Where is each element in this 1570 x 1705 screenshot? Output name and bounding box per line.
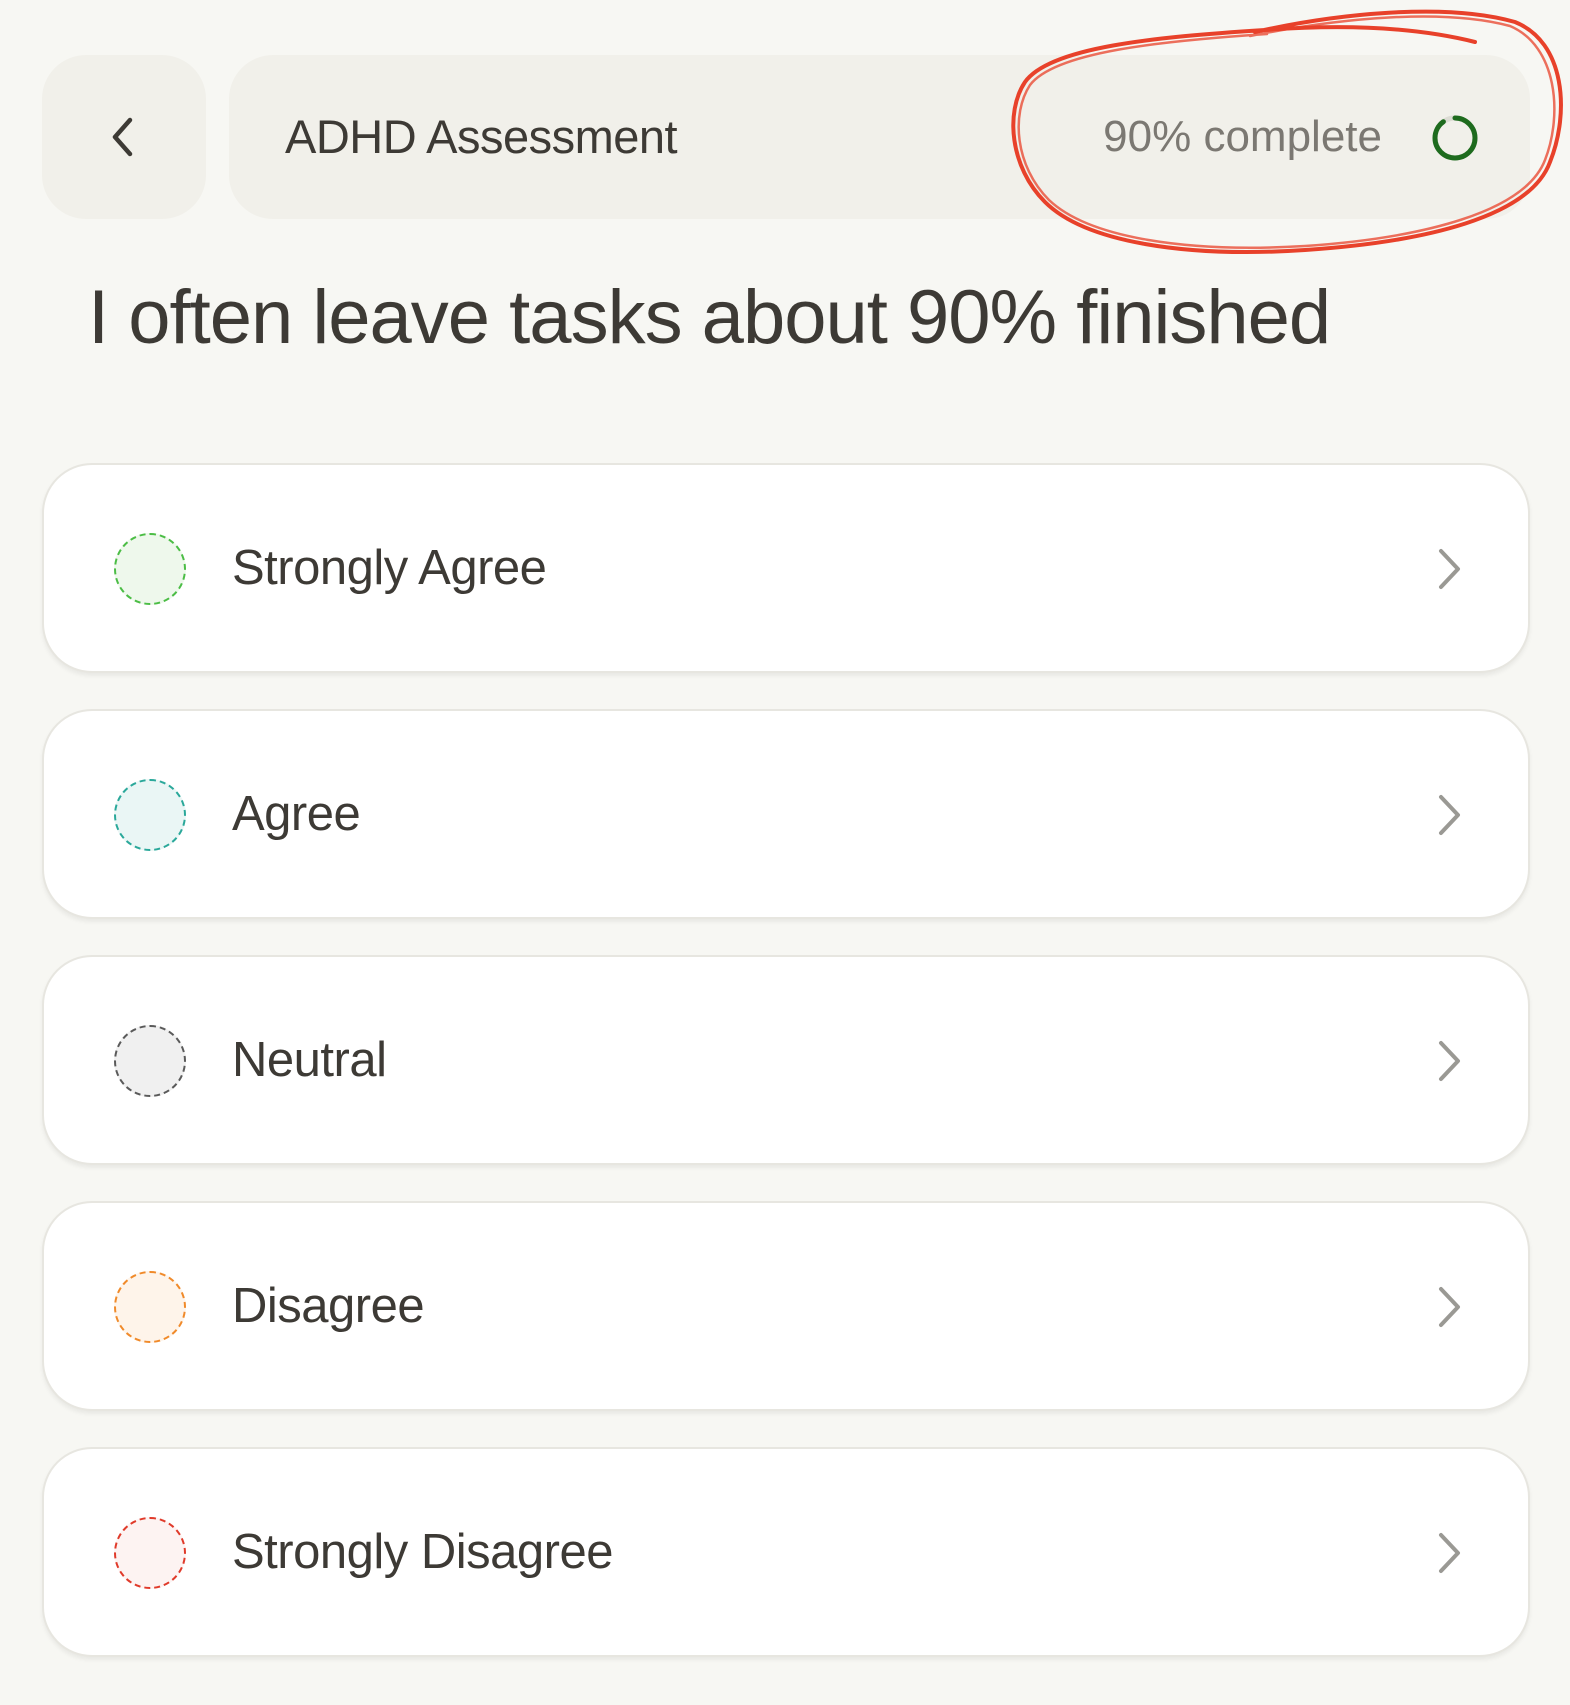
option-strongly-agree[interactable]: Strongly Agree [42,463,1530,673]
option-label: Agree [232,787,361,841]
option-neutral[interactable]: Neutral [42,955,1530,1165]
option-strongly-disagree[interactable]: Strongly Disagree [42,1447,1530,1657]
chevron-right-icon [1439,549,1460,589]
header: ADHD Assessment 90% complete [42,55,1530,219]
option-indicator [114,1271,186,1343]
option-label: Neutral [232,1033,387,1087]
answer-options: Strongly Agree Agree Neutral Disagree St… [42,463,1530,1693]
progress-label: 90% complete [1103,112,1382,161]
chevron-left-icon [112,117,133,157]
option-label: Disagree [232,1279,425,1333]
option-indicator [114,1517,186,1589]
option-indicator [114,779,186,851]
option-agree[interactable]: Agree [42,709,1530,919]
question-text: I often leave tasks about 90% finished [88,275,1331,360]
option-disagree[interactable]: Disagree [42,1201,1530,1411]
chevron-right-icon [1439,1533,1460,1573]
progress-ring-arc [1432,115,1478,161]
option-indicator [114,533,186,605]
back-button[interactable] [42,55,206,219]
option-label: Strongly Agree [232,541,547,595]
progress-ring-icon [1432,115,1478,161]
chevron-right-icon [1439,1287,1460,1327]
chevron-right-icon [1439,1041,1460,1081]
chevron-right-icon [1439,795,1460,835]
option-label: Strongly Disagree [232,1525,613,1579]
option-indicator [114,1025,186,1097]
title-bar: ADHD Assessment 90% complete [229,55,1530,219]
assessment-title: ADHD Assessment [285,110,678,163]
